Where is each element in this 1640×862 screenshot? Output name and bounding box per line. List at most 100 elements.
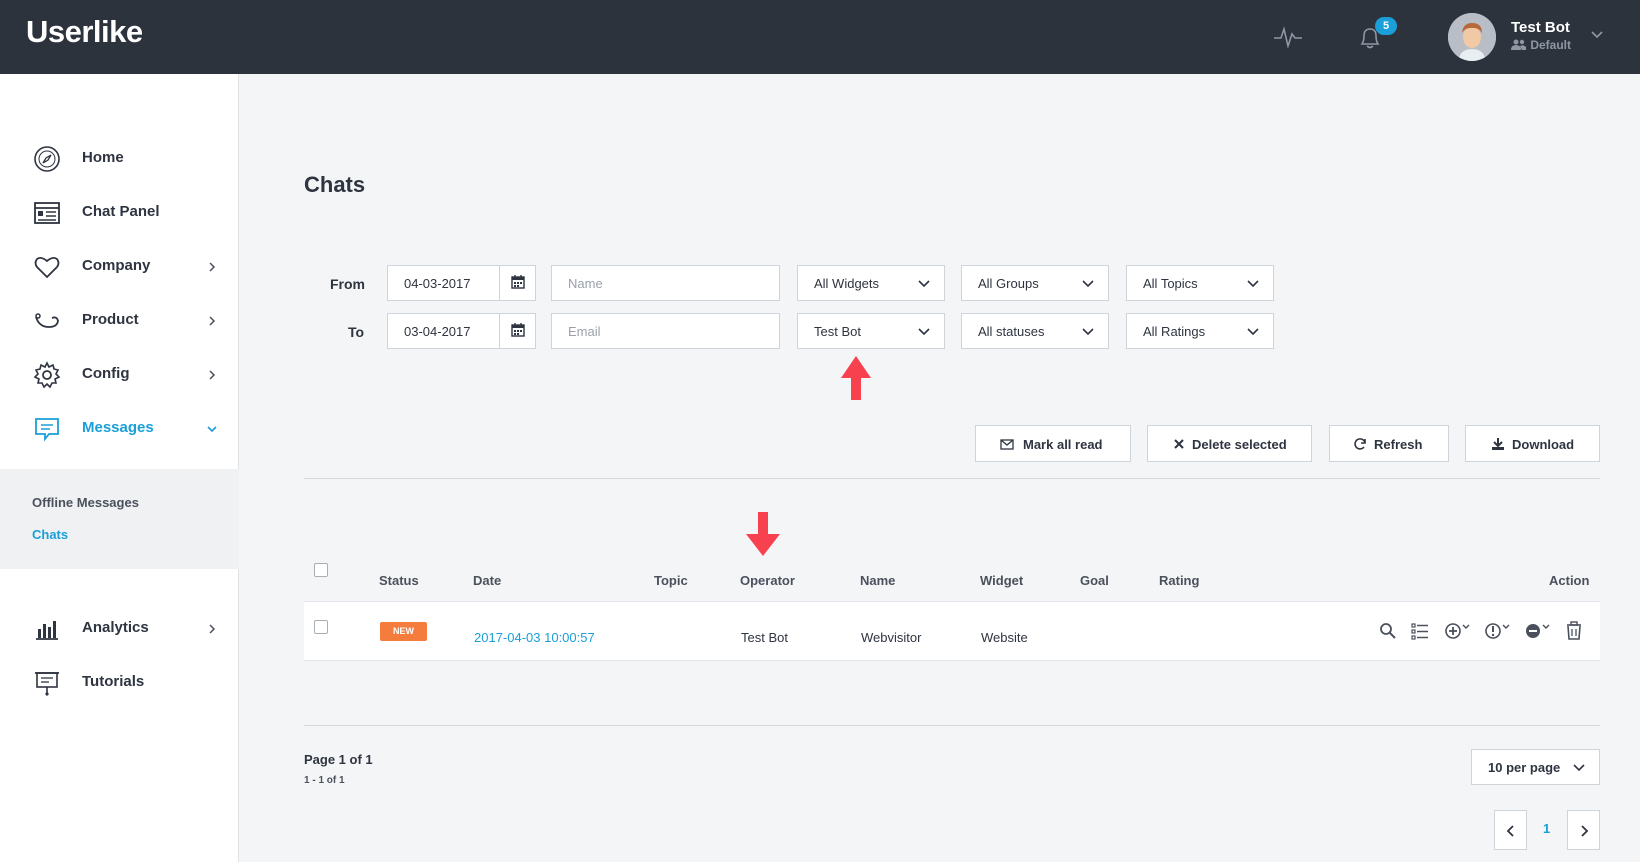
chevron-down-icon: [1247, 280, 1259, 288]
divider: [304, 478, 1600, 479]
statuses-select[interactable]: All statuses: [961, 313, 1109, 349]
select-all-checkbox[interactable]: [314, 563, 328, 577]
per-page-value: 10 per page: [1488, 760, 1561, 775]
calendar-icon: [511, 275, 525, 289]
ratings-select[interactable]: All Ratings: [1126, 313, 1274, 349]
to-date-field[interactable]: 03-04-2017: [387, 313, 536, 349]
chevron-down-icon: [1247, 328, 1259, 336]
sidebar-item-label: Product: [82, 311, 139, 328]
sidebar-item-home[interactable]: Home: [0, 134, 239, 184]
chevron-down-icon: [1082, 280, 1094, 288]
remove-dropdown-icon[interactable]: [1523, 620, 1553, 642]
email-filter-input[interactable]: [551, 313, 780, 349]
per-page-select[interactable]: 10 per page: [1471, 749, 1600, 785]
activity-pulse-icon[interactable]: [1274, 26, 1302, 48]
column-header-widget[interactable]: Widget: [980, 573, 1023, 588]
groups-select-value: All Groups: [978, 276, 1039, 291]
widgets-select[interactable]: All Widgets: [797, 265, 945, 301]
ratings-select-value: All Ratings: [1143, 324, 1206, 339]
next-page-button[interactable]: [1567, 810, 1600, 850]
row-checkbox[interactable]: [314, 620, 328, 634]
sidebar: Home Chat Panel Company Product Config M…: [0, 74, 239, 862]
divider: [304, 725, 1600, 726]
mark-all-read-label: Mark all read: [1023, 437, 1103, 452]
column-header-rating[interactable]: Rating: [1159, 573, 1199, 588]
chevron-right-icon: [209, 624, 216, 634]
result-count: 1 - 1 of 1: [304, 775, 345, 786]
chevron-down-icon: [918, 280, 930, 288]
user-group: Default: [1511, 38, 1571, 52]
column-header-status[interactable]: Status: [379, 573, 419, 588]
top-bar: Userlike 5 Test Bot Default: [0, 0, 1640, 74]
to-date-value: 03-04-2017: [404, 324, 471, 339]
add-dropdown-icon[interactable]: [1443, 620, 1473, 642]
sidebar-item-product[interactable]: Product: [0, 296, 239, 346]
annotation-arrow-down-icon: [746, 512, 780, 556]
chat-date-link[interactable]: 2017-04-03 10:00:57: [474, 630, 595, 645]
name-filter-input[interactable]: [551, 265, 780, 301]
heart-icon: [34, 256, 60, 279]
from-label: From: [330, 276, 365, 292]
trash-icon[interactable]: [1563, 620, 1585, 642]
flag-alert-dropdown-icon[interactable]: [1483, 620, 1513, 642]
chevron-left-icon: [1506, 825, 1514, 837]
column-header-goal[interactable]: Goal: [1080, 573, 1109, 588]
page-info: Page 1 of 1: [304, 752, 373, 767]
cell-widget: Website: [981, 630, 1028, 645]
sidebar-item-label: Analytics: [82, 619, 149, 636]
messages-submenu: Offline Messages Chats: [0, 469, 239, 569]
column-header-action: Action: [1549, 573, 1590, 588]
statuses-select-value: All statuses: [978, 324, 1045, 339]
operator-select-value: Test Bot: [814, 324, 861, 339]
sidebar-item-label: Company: [82, 257, 151, 274]
transcript-list-icon[interactable]: [1409, 620, 1431, 642]
current-page-number[interactable]: 1: [1543, 821, 1550, 836]
close-icon: [1174, 439, 1184, 449]
chevron-down-icon: [1573, 764, 1585, 772]
column-header-name[interactable]: Name: [860, 573, 895, 588]
avatar[interactable]: [1448, 13, 1496, 61]
delete-selected-button[interactable]: Delete selected: [1147, 425, 1312, 462]
search-icon[interactable]: [1377, 620, 1399, 642]
page-title: Chats: [304, 172, 366, 197]
refresh-button[interactable]: Refresh: [1329, 425, 1449, 462]
chevron-down-icon: [1082, 328, 1094, 336]
column-header-date[interactable]: Date: [473, 573, 501, 588]
sidebar-item-company[interactable]: Company: [0, 242, 239, 292]
sidebar-item-messages[interactable]: Messages: [0, 404, 239, 454]
prev-page-button[interactable]: [1494, 810, 1527, 850]
topics-select[interactable]: All Topics: [1126, 265, 1274, 301]
sidebar-item-tutorials[interactable]: Tutorials: [0, 658, 239, 708]
refresh-icon: [1354, 438, 1366, 450]
groups-select[interactable]: All Groups: [961, 265, 1109, 301]
from-date-field[interactable]: 04-03-2017: [387, 265, 536, 301]
operator-select[interactable]: Test Bot: [797, 313, 945, 349]
calendar-button[interactable]: [499, 266, 535, 300]
sidebar-item-label: Tutorials: [82, 673, 145, 690]
download-button[interactable]: Download: [1465, 425, 1600, 462]
chevron-right-icon: [209, 262, 216, 272]
sidebar-item-chat-panel[interactable]: Chat Panel: [0, 188, 239, 238]
presentation-icon: [35, 672, 59, 696]
notification-count-badge: 5: [1375, 17, 1397, 35]
annotation-arrow-up-icon: [841, 356, 871, 400]
chevron-down-icon[interactable]: [1590, 28, 1604, 42]
column-header-operator[interactable]: Operator: [740, 573, 795, 588]
calendar-button[interactable]: [499, 314, 535, 348]
user-name[interactable]: Test Bot: [1511, 19, 1570, 36]
sidebar-subitem-chats[interactable]: Chats: [32, 527, 68, 542]
sidebar-subitem-offline-messages[interactable]: Offline Messages: [32, 495, 139, 510]
column-header-topic[interactable]: Topic: [654, 573, 688, 588]
sidebar-item-config[interactable]: Config: [0, 350, 239, 400]
envelope-icon: [1000, 439, 1014, 450]
sidebar-item-analytics[interactable]: Analytics: [0, 604, 239, 654]
status-badge: NEW: [380, 622, 427, 641]
users-icon: [1511, 39, 1526, 50]
download-label: Download: [1512, 437, 1575, 452]
userlike-logo[interactable]: Userlike: [26, 14, 143, 50]
mark-all-read-button[interactable]: Mark all read: [975, 425, 1131, 462]
to-label: To: [348, 324, 365, 340]
refresh-label: Refresh: [1374, 437, 1423, 452]
gear-icon: [33, 361, 61, 389]
chat-panel-icon: [34, 202, 60, 224]
